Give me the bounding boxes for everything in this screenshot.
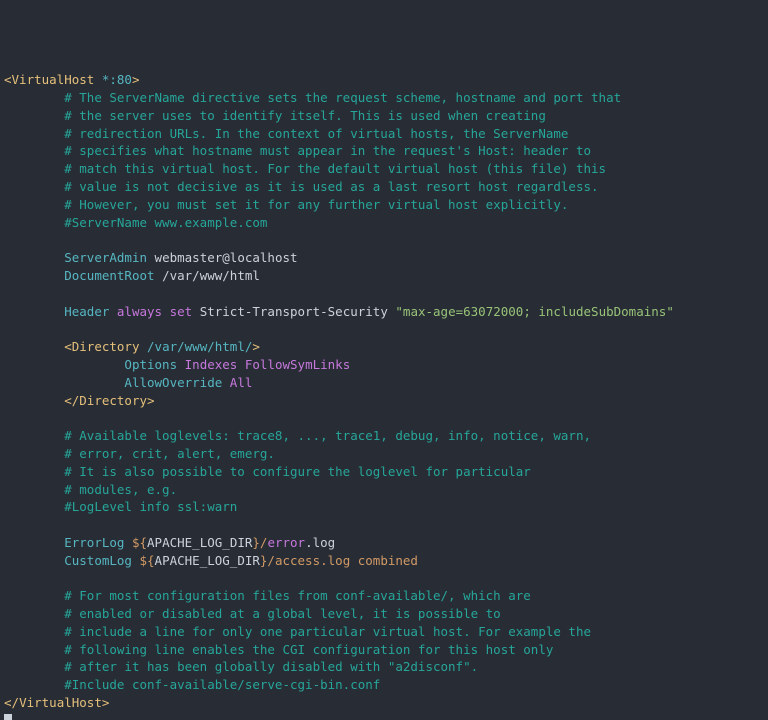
comment: # Available loglevels: trace8, ..., trac… — [64, 428, 591, 443]
comment: # the server uses to identify itself. Th… — [64, 108, 546, 123]
comment: #ServerName www.example.com — [64, 215, 267, 230]
bracket: > — [132, 72, 140, 87]
comment: # include a line for only one particular… — [64, 624, 591, 639]
comment: # modules, e.g. — [64, 482, 177, 497]
comment: # match this virtual host. For the defau… — [64, 161, 606, 176]
tag-virtualhost-open: <VirtualHost *:80> — [4, 72, 140, 87]
comment: # The ServerName directive sets the requ… — [64, 90, 621, 105]
cursor — [4, 714, 12, 720]
comment: # specifies what hostname must appear in… — [64, 143, 591, 158]
comment: # error, crit, alert, emerg. — [64, 446, 275, 461]
word: error — [267, 535, 305, 550]
comment: #LogLevel info ssl:warn — [64, 499, 237, 514]
tag-arg: *:80 — [102, 72, 132, 87]
tag-virtualhost-close: </VirtualHost> — [4, 695, 109, 710]
value: Strict-Transport-Security — [200, 304, 388, 319]
directive-allowoverride: AllowOverride — [124, 375, 222, 390]
value: webmaster@localhost — [155, 250, 298, 265]
directive-customlog: CustomLog — [64, 553, 132, 568]
tag-directory-open: <Directory /var/www/html/> — [64, 339, 260, 354]
directive-errorlog: ErrorLog — [64, 535, 124, 550]
comment: # For most configuration files from conf… — [64, 588, 531, 603]
keyword: always — [117, 304, 162, 319]
comment: # However, you must set it for any furth… — [64, 197, 568, 212]
tag-name: VirtualHost — [12, 72, 95, 87]
directive-options: Options — [124, 357, 177, 372]
directive-serveradmin: ServerAdmin — [64, 250, 147, 265]
directive-documentroot: DocumentRoot — [64, 268, 154, 283]
value: }/access.log combined — [260, 553, 418, 568]
tag-directory-close: </Directory> — [64, 393, 154, 408]
var-delim: ${ — [132, 535, 147, 550]
comment: # enabled or disabled at a global level,… — [64, 606, 501, 621]
keyword: FollowSymLinks — [245, 357, 350, 372]
comment: #Include conf-available/serve-cgi-bin.co… — [64, 677, 380, 692]
code-editor[interactable]: <VirtualHost *:80> # The ServerName dire… — [0, 71, 768, 720]
var-delim: }/ — [252, 535, 267, 550]
value: /var/www/html — [162, 268, 260, 283]
keyword: Indexes — [185, 357, 238, 372]
directive-header: Header — [64, 304, 109, 319]
comment: # after it has been globally disabled wi… — [64, 659, 478, 674]
string: "max-age=63072000; includeSubDomains" — [395, 304, 673, 319]
bracket: < — [4, 72, 12, 87]
comment: # redirection URLs. In the context of vi… — [64, 126, 568, 141]
comment: # following line enables the CGI configu… — [64, 642, 553, 657]
keyword: All — [230, 375, 253, 390]
var-delim: ${ — [139, 553, 154, 568]
keyword: set — [170, 304, 193, 319]
var-name: APACHE_LOG_DIR — [147, 535, 252, 550]
var-name: APACHE_LOG_DIR — [155, 553, 260, 568]
comment: # It is also possible to configure the l… — [64, 464, 531, 479]
comment: # value is not decisive as it is used as… — [64, 179, 598, 194]
